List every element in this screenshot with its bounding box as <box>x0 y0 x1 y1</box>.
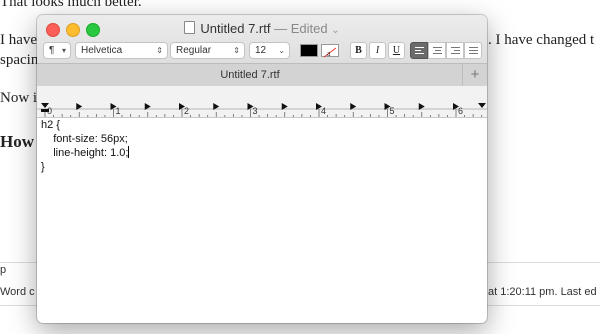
text-cursor <box>128 146 130 158</box>
typeface-value: Regular <box>176 45 212 56</box>
ruler-graphic: 0123456 <box>37 103 487 117</box>
font-size-value: 12 <box>255 45 267 56</box>
title-bar: Untitled 7.rtf — Edited ⌄ ¶ ▾ Helvetica … <box>37 15 487 86</box>
chevron-down-icon: ▾ <box>61 46 66 55</box>
align-center-button[interactable] <box>428 42 446 59</box>
paragraph-icon: ¶ <box>49 45 55 56</box>
align-right-icon <box>451 47 460 56</box>
underline-button[interactable]: U <box>388 42 405 59</box>
ruler-number: 2 <box>184 106 189 116</box>
font-size-combo[interactable]: 12 ⌄ <box>249 42 290 59</box>
text-line: } <box>41 161 45 173</box>
bg-text-line: Now i <box>0 90 38 106</box>
text-line-content: line-height: 1.0; <box>41 147 129 159</box>
format-toolbar: ¶ ▾ Helvetica ⇕ Regular ⇕ 12 ⌄ a B I U <box>37 42 487 62</box>
window-title[interactable]: Untitled 7.rtf — Edited ⌄ <box>37 21 487 36</box>
align-right-button[interactable] <box>446 42 464 59</box>
bg-text-line: I have <box>0 32 38 48</box>
bg-text-line: spacin <box>0 52 39 68</box>
no-color-icon: a <box>323 47 337 58</box>
bg-footer-text: Word c <box>0 286 35 298</box>
tab-document[interactable]: Untitled 7.rtf <box>37 64 463 86</box>
bg-text-line: . I have changed t <box>488 32 595 48</box>
new-tab-button[interactable]: + <box>462 64 487 86</box>
text-color-well[interactable] <box>300 44 318 57</box>
bg-text-line: That looks much better. <box>0 0 142 10</box>
paragraph-styles-button[interactable]: ¶ ▾ <box>43 42 71 59</box>
justify-icon <box>469 47 478 56</box>
align-left-icon <box>415 47 424 56</box>
document-icon <box>184 21 196 34</box>
justify-button[interactable] <box>464 42 482 59</box>
ruler[interactable]: 0123456 <box>37 86 487 118</box>
edited-status: — Edited <box>274 21 328 36</box>
ruler-number: 4 <box>321 106 326 116</box>
textedit-window: Untitled 7.rtf — Edited ⌄ ¶ ▾ Helvetica … <box>37 15 487 323</box>
text-line: line-height: 1.0; <box>41 146 483 160</box>
updown-arrows-icon: ⇕ <box>156 46 163 55</box>
bg-footer-status: at 1:20:11 pm. Last ed <box>488 286 597 298</box>
ruler-number: 6 <box>458 106 463 116</box>
updown-arrows-icon: ⇕ <box>233 46 240 55</box>
svg-text:a: a <box>327 49 331 58</box>
left-indent-marker <box>41 109 49 112</box>
align-center-icon <box>433 47 442 56</box>
align-left-button[interactable] <box>410 42 428 59</box>
text-line: font-size: 56px; <box>41 133 128 145</box>
bg-footer-text: p <box>0 264 7 276</box>
ruler-number: 3 <box>253 106 258 116</box>
right-indent-marker <box>478 103 486 108</box>
text-editor[interactable]: h2 { font-size: 56px; line-height: 1.0;} <box>41 118 483 323</box>
background-color-well[interactable]: a <box>321 44 339 58</box>
chevron-down-icon: ⌄ <box>278 46 285 55</box>
ruler-number: 1 <box>116 106 121 116</box>
typeface-select[interactable]: Regular ⇕ <box>170 42 245 59</box>
font-family-select[interactable]: Helvetica ⇕ <box>75 42 168 59</box>
text-line: h2 { <box>41 119 60 131</box>
font-family-value: Helvetica <box>81 45 123 56</box>
ruler-number: 5 <box>390 106 395 116</box>
tab-bar: Untitled 7.rtf + <box>37 63 487 86</box>
bg-heading: How <box>0 132 34 151</box>
chevron-down-icon[interactable]: ⌄ <box>331 25 339 36</box>
bold-button[interactable]: B <box>350 42 367 59</box>
window-title-text: Untitled 7.rtf <box>200 21 271 36</box>
italic-button[interactable]: I <box>369 42 386 59</box>
